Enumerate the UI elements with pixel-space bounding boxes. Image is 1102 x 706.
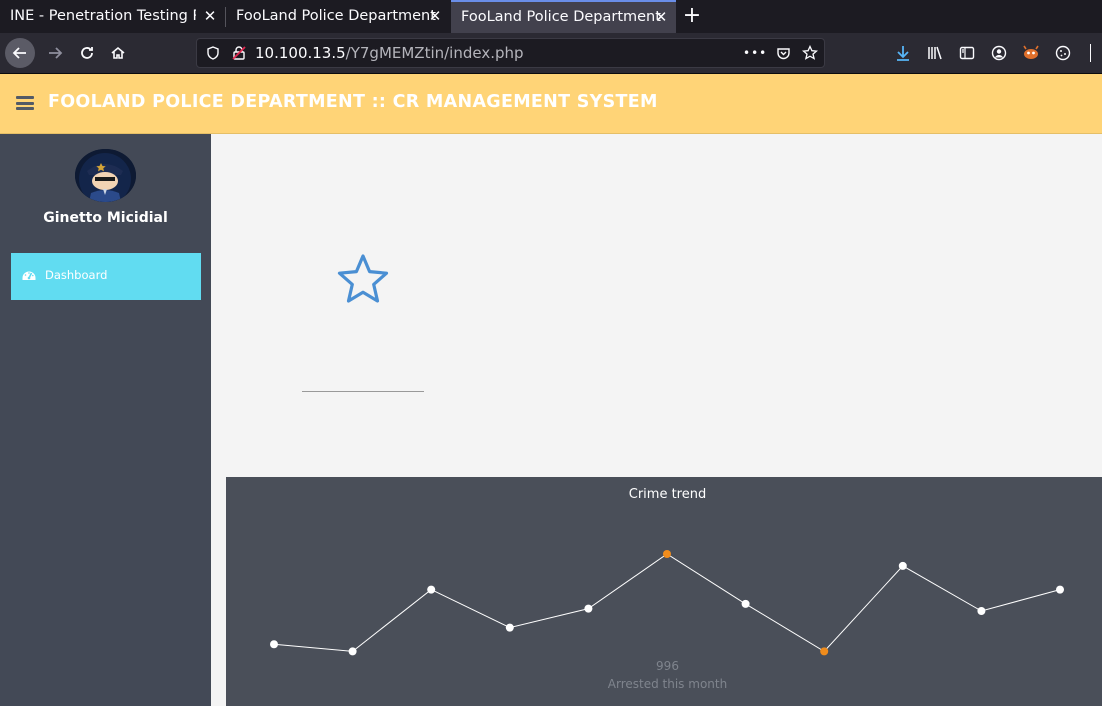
tab-close-icon[interactable]: ✕ <box>654 2 668 33</box>
url-text: 10.100.13.5/Y7gMEMZtin/index.php <box>255 39 524 67</box>
insecure-lock-icon[interactable] <box>229 39 249 70</box>
home-button[interactable] <box>103 38 133 68</box>
police-officer-avatar-icon <box>75 149 136 202</box>
tab-close-icon[interactable]: ✕ <box>203 0 217 33</box>
main-content: Crime trend 996 Arrested this month <box>211 134 1102 706</box>
data-point[interactable] <box>427 585 436 594</box>
sidebar-item-dashboard[interactable]: Dashboard <box>11 253 201 300</box>
data-point[interactable] <box>505 623 514 632</box>
user-name: Ginetto Micidial <box>43 210 168 226</box>
reload-button[interactable] <box>72 38 102 68</box>
library-icon[interactable] <box>923 41 947 65</box>
url-path: /Y7gMEMZtin/index.php <box>345 44 524 62</box>
tab-title: FooLand Police Department <box>461 9 661 25</box>
stat-value: 996 <box>656 659 679 673</box>
data-point[interactable] <box>820 647 829 656</box>
home-icon <box>111 46 125 59</box>
back-button[interactable] <box>5 38 35 68</box>
reload-icon <box>81 47 93 59</box>
sidebar: Ginetto Micidial Dashboard <box>0 134 211 706</box>
data-point[interactable] <box>1056 585 1064 594</box>
menu-icon[interactable] <box>1086 41 1096 65</box>
sidebar-icon[interactable] <box>955 41 979 65</box>
back-icon <box>12 47 26 59</box>
crime-trend-panel: Crime trend 996 Arrested this month <box>226 477 1102 706</box>
download-icon[interactable] <box>891 41 915 65</box>
dashboard-icon <box>22 271 36 280</box>
forward-button[interactable] <box>40 38 70 68</box>
account-icon[interactable] <box>987 41 1011 65</box>
tab-fooland-active[interactable]: FooLand Police Department ✕ <box>451 0 676 33</box>
browser-tab-bar: INE - Penetration Testing Pr ✕ FooLand P… <box>0 0 1102 33</box>
url-bar[interactable]: 10.100.13.5/Y7gMEMZtin/index.php ••• <box>196 38 825 68</box>
stat-label: Arrested this month <box>607 677 728 691</box>
web-page: FOOLAND POLICE DEPARTMENT :: CR MANAGEME… <box>0 74 1102 706</box>
tab-title: FooLand Police Department <box>236 8 436 24</box>
data-point[interactable] <box>663 550 671 558</box>
data-point[interactable] <box>741 599 750 608</box>
page-actions-icon[interactable]: ••• <box>743 39 766 67</box>
data-point[interactable] <box>348 647 357 656</box>
bookmark-star-icon[interactable] <box>800 39 820 71</box>
app-title: FOOLAND POLICE DEPARTMENT :: CR MANAGEME… <box>48 92 658 112</box>
app-header: FOOLAND POLICE DEPARTMENT :: CR MANAGEME… <box>0 74 1102 134</box>
hamburger-menu-icon[interactable] <box>16 96 34 110</box>
url-host: 10.100.13.5 <box>255 44 346 62</box>
forward-icon <box>49 47 63 59</box>
tab-fooland-1[interactable]: FooLand Police Department ✕ <box>226 0 450 33</box>
tab-ine[interactable]: INE - Penetration Testing Pr ✕ <box>0 0 225 33</box>
series-line <box>273 553 1061 653</box>
data-point[interactable] <box>270 640 278 649</box>
pocket-icon[interactable] <box>773 39 793 71</box>
data-point[interactable] <box>977 607 986 615</box>
extension-icon[interactable] <box>1019 41 1043 65</box>
star-icon <box>337 254 389 303</box>
tab-title: INE - Penetration Testing Pr <box>10 8 196 24</box>
data-point[interactable] <box>584 604 593 613</box>
shield-icon[interactable] <box>203 39 223 70</box>
data-point[interactable] <box>898 561 907 570</box>
new-tab-button[interactable]: + <box>681 3 703 29</box>
tab-close-icon[interactable]: ✕ <box>428 0 442 33</box>
sidebar-item-label: Dashboard <box>45 268 108 282</box>
widget-divider <box>302 391 424 392</box>
cookie-icon[interactable] <box>1051 41 1075 65</box>
avatar <box>75 149 136 202</box>
